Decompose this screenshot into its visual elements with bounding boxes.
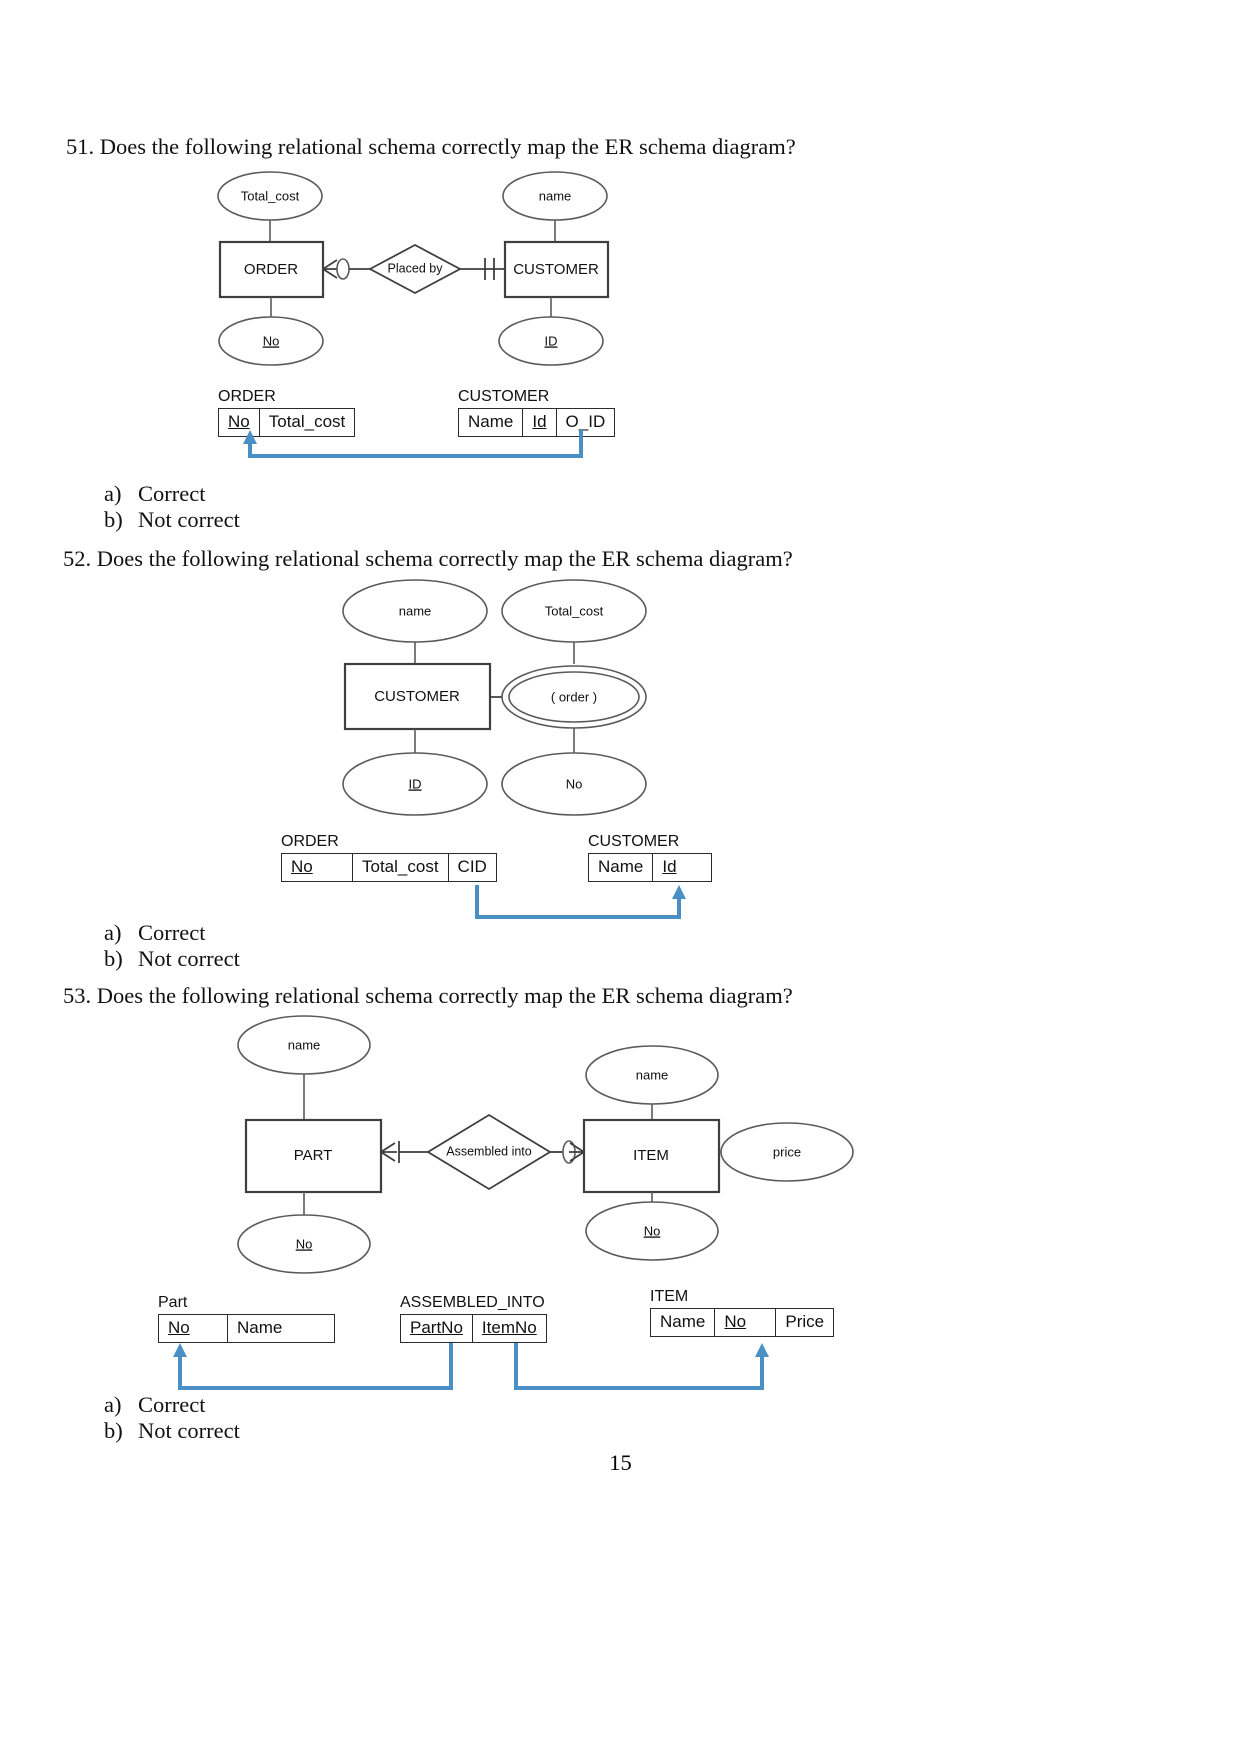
er-diagram-51: Total_cost name ORDER CUSTOMER Placed by… (217, 171, 610, 366)
option-label: Correct (138, 920, 206, 945)
option-letter: a) (104, 1392, 122, 1417)
relation-table-item-53: ITEM Name No Price (649, 1288, 835, 1337)
option-52-b[interactable]: b) Not correct (104, 946, 240, 972)
relation-name-item: ITEM (650, 1288, 689, 1305)
relation-table-part-53: Part No Name (158, 1294, 335, 1343)
column-id: Id (652, 853, 713, 882)
option-label: Not correct (138, 946, 240, 971)
column-no: No (281, 853, 353, 882)
question-51-prompt: 51. Does the following relational schema… (66, 134, 796, 159)
attribute-label-id: ID (545, 333, 558, 348)
fk-arrow-52 (475, 885, 686, 919)
entity-item: ITEM (582, 1118, 721, 1194)
relationship-label-placed-by: Placed by (388, 261, 444, 275)
column-total-cost: Total_cost (352, 853, 449, 882)
attribute-label-part-no: No (296, 1236, 313, 1251)
column-cid: CID (447, 853, 497, 882)
relation-table-order-52: ORDER No Total_cost CID (281, 833, 497, 882)
attribute-label-name: name (399, 603, 432, 618)
table-row: No Total_cost CID (281, 853, 497, 882)
entity-label-order: ORDER (244, 261, 298, 278)
document-page: 51. Does the following relational schema… (0, 0, 1241, 1755)
column-item-no: ItemNo (471, 1314, 547, 1343)
option-label: Correct (138, 1392, 206, 1417)
page-number: 15 (609, 1450, 632, 1475)
relation-name-order: ORDER (281, 833, 339, 850)
fk-arrow-53-item (514, 1343, 769, 1390)
table-row: Name Id (587, 853, 713, 882)
column-no: No (714, 1308, 777, 1337)
question-53-prompt: 53. Does the following relational schema… (63, 983, 793, 1008)
question-52-prompt: 52. Does the following relational schema… (63, 546, 793, 571)
attribute-label-item-no: No (644, 1223, 661, 1238)
column-name: Name (649, 1308, 716, 1337)
table-row: PartNo ItemNo (400, 1314, 547, 1343)
entity-customer: CUSTOMER (503, 240, 610, 299)
entity-order: ORDER (218, 240, 325, 299)
table-row: Name No Price (649, 1308, 835, 1337)
relation-name-order: ORDER (218, 388, 276, 405)
option-letter: b) (104, 946, 123, 971)
relation-table-assembled-into-53: ASSEMBLED_INTO PartNo ItemNo (400, 1294, 547, 1343)
er-diagram-52: name Total_cost CUSTOMER ( order ) ID No (342, 579, 647, 816)
entity-customer: CUSTOMER (343, 662, 492, 731)
entity-label-customer: CUSTOMER (513, 261, 599, 278)
entity-part: PART (244, 1118, 383, 1194)
option-51-a[interactable]: a) Correct (104, 481, 205, 507)
option-53-b[interactable]: b) Not correct (104, 1418, 240, 1444)
multivalued-label-order: ( order ) (551, 689, 597, 704)
column-name: Name (587, 853, 654, 882)
attribute-label-total-cost: Total_cost (241, 188, 300, 203)
entity-label-customer: CUSTOMER (374, 688, 460, 705)
option-label: Not correct (138, 1418, 240, 1443)
option-letter: b) (104, 507, 123, 532)
relation-name-part: Part (158, 1294, 188, 1311)
option-52-a[interactable]: a) Correct (104, 920, 205, 946)
attribute-label-name: name (539, 188, 572, 203)
entity-label-item: ITEM (633, 1147, 669, 1164)
relation-name-assembled-into: ASSEMBLED_INTO (400, 1294, 545, 1311)
relationship-label-assembled-into: Assembled into (446, 1144, 532, 1158)
column-no: No (158, 1314, 228, 1343)
column-part-no: PartNo (400, 1314, 473, 1343)
option-label: Correct (138, 481, 206, 506)
attribute-label-price: price (773, 1144, 801, 1159)
option-letter: a) (104, 920, 122, 945)
attribute-label-no: No (263, 333, 280, 348)
attribute-label-total-cost: Total_cost (545, 603, 604, 618)
crowsfoot-part-side (380, 1141, 400, 1163)
entity-label-part: PART (294, 1147, 333, 1164)
attribute-label-no: No (566, 776, 583, 791)
option-letter: b) (104, 1418, 123, 1443)
optional-zero-marker (336, 258, 350, 280)
attribute-label-item-name: name (636, 1067, 669, 1082)
relation-table-customer-52: CUSTOMER Name Id (587, 833, 713, 882)
er-diagram-53: name name PART ITEM Assembled into price… (237, 1015, 854, 1274)
relation-name-customer: CUSTOMER (588, 833, 680, 850)
option-label: Not correct (138, 507, 240, 532)
attribute-label-part-name: name (288, 1037, 321, 1052)
column-name: Name (227, 1314, 335, 1343)
table-row: No Name (158, 1314, 335, 1343)
fk-arrow-51 (243, 430, 583, 458)
fk-arrow-53-part (173, 1343, 453, 1390)
option-53-a[interactable]: a) Correct (104, 1392, 205, 1418)
option-letter: a) (104, 481, 122, 506)
option-51-b[interactable]: b) Not correct (104, 507, 240, 533)
relation-name-customer: CUSTOMER (458, 388, 550, 405)
attribute-label-id: ID (409, 776, 422, 791)
column-price: Price (775, 1308, 835, 1337)
